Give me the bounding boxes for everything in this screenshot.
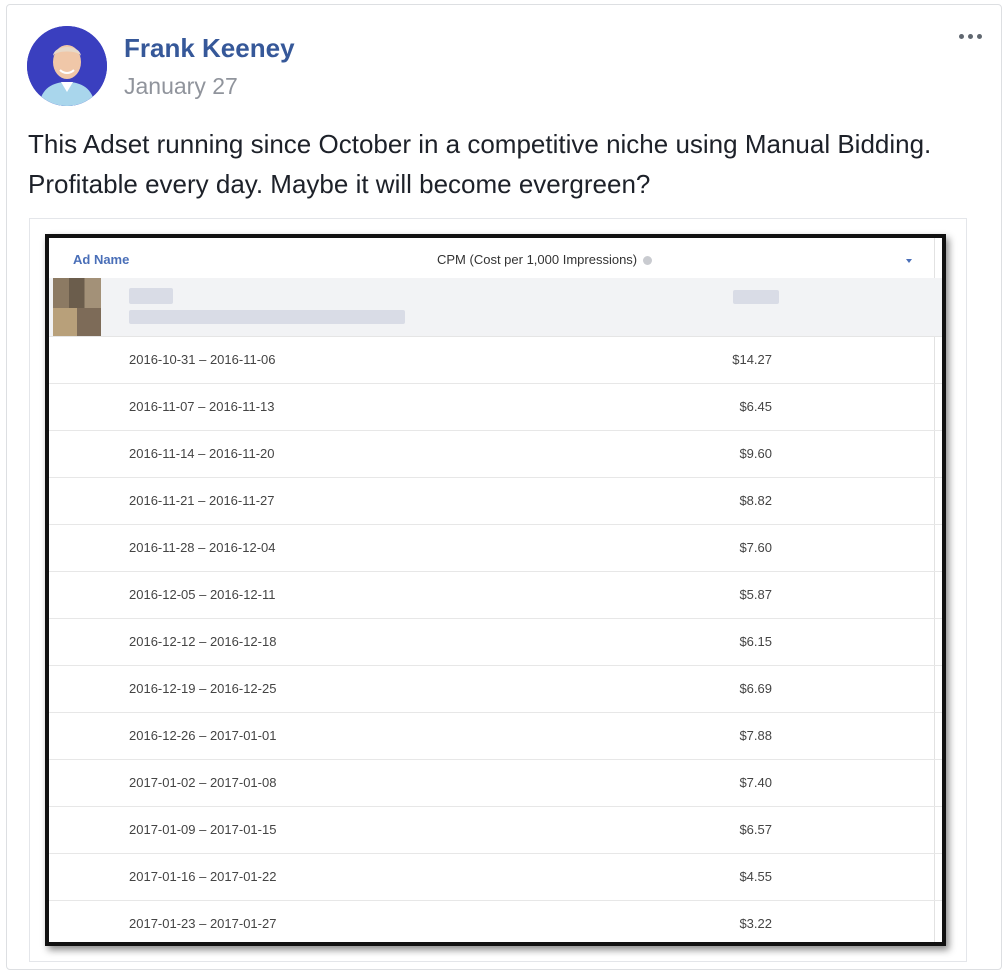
cpm-value-cell: $7.60 — [739, 540, 772, 555]
table-row: 2017-01-16 – 2017-01-22 $4.55 — [49, 854, 942, 901]
blurred-ad-name-line-1 — [129, 288, 173, 304]
cpm-value-cell: $6.69 — [739, 681, 772, 696]
date-range-cell: 2016-11-14 – 2016-11-20 — [129, 446, 275, 461]
date-range-cell: 2016-12-05 – 2016-12-11 — [129, 587, 276, 602]
date-breakdown-rows: 2016-10-31 – 2016-11-06 $14.27 2016-11-07 … — [49, 337, 942, 942]
table-row: 2016-12-19 – 2016-12-25 $6.69 — [49, 666, 942, 713]
sort-caret-icon — [906, 259, 912, 263]
ad-summary-row — [49, 278, 942, 337]
date-range-cell: 2016-11-28 – 2016-12-04 — [129, 540, 276, 555]
date-range-cell: 2017-01-09 – 2017-01-15 — [129, 822, 277, 837]
more-options-icon[interactable] — [959, 34, 982, 39]
date-range-cell: 2016-11-21 – 2016-11-27 — [129, 493, 275, 508]
date-range-cell: 2016-12-26 – 2017-01-01 — [129, 728, 277, 743]
ad-thumbnail-blurred — [53, 278, 101, 336]
avatar-photo — [27, 26, 107, 106]
cpm-value-cell: $7.88 — [739, 728, 772, 743]
author-avatar[interactable] — [27, 26, 107, 106]
cpm-value-cell: $5.87 — [739, 587, 772, 602]
table-row: 2016-12-05 – 2016-12-11 $5.87 — [49, 572, 942, 619]
cpm-value-cell: $9.60 — [739, 446, 772, 461]
date-range-cell: 2017-01-23 – 2017-01-27 — [129, 916, 277, 931]
cpm-value-cell: $6.15 — [739, 634, 772, 649]
date-range-cell: 2016-12-12 – 2016-12-18 — [129, 634, 277, 649]
table-row: 2016-12-26 – 2017-01-01 $7.88 — [49, 713, 942, 760]
cpm-value-cell: $3.22 — [739, 916, 772, 931]
cpm-value-cell: $6.57 — [739, 822, 772, 837]
cpm-value-cell: $4.55 — [739, 869, 772, 884]
post-text: This Adset running since October in a co… — [28, 129, 932, 199]
table-row: 2016-11-14 – 2016-11-20 $9.60 — [49, 431, 942, 478]
cpm-column-header: CPM (Cost per 1,000 Impressions) — [437, 252, 653, 267]
table-row: 2016-10-31 – 2016-11-06 $14.27 — [49, 337, 942, 384]
blurred-cpm-value — [733, 290, 779, 304]
post-date[interactable]: January 27 — [124, 73, 238, 100]
date-range-cell: 2016-10-31 – 2016-11-06 — [129, 352, 276, 367]
cpm-value-cell: $7.40 — [739, 775, 772, 790]
table-header: Ad Name CPM (Cost per 1,000 Impressions) — [49, 238, 942, 279]
cpm-value-cell: $8.82 — [739, 493, 772, 508]
table-row: 2017-01-02 – 2017-01-08 $7.40 — [49, 760, 942, 807]
table-row: 2016-11-07 – 2016-11-13 $6.45 — [49, 384, 942, 431]
table-row: 2017-01-09 – 2017-01-15 $6.57 — [49, 807, 942, 854]
author-name[interactable]: Frank Keeney — [124, 33, 295, 64]
date-range-cell: 2017-01-16 – 2017-01-22 — [129, 869, 277, 884]
info-icon — [643, 256, 653, 265]
table-row: 2016-11-28 – 2016-12-04 $7.60 — [49, 525, 942, 572]
cpm-value-cell: $14.27 — [732, 352, 772, 367]
blurred-ad-name-line-2 — [129, 310, 405, 324]
cpm-header-label: CPM (Cost per 1,000 Impressions) — [437, 252, 638, 267]
date-range-cell: 2016-11-07 – 2016-11-13 — [129, 399, 275, 414]
ad-name-column-header: Ad Name — [73, 252, 130, 267]
date-range-cell: 2016-12-19 – 2016-12-25 — [129, 681, 277, 696]
ads-report-screenshot: Ad Name CPM (Cost per 1,000 Impressions)… — [45, 234, 946, 946]
table-row: 2016-11-21 – 2016-11-27 $8.82 — [49, 478, 942, 525]
table-row: 2017-01-23 – 2017-01-27 $3.22 — [49, 901, 942, 942]
date-range-cell: 2017-01-02 – 2017-01-08 — [129, 775, 277, 790]
cpm-value-cell: $6.45 — [739, 399, 772, 414]
table-row: 2016-12-12 – 2016-12-18 $6.15 — [49, 619, 942, 666]
